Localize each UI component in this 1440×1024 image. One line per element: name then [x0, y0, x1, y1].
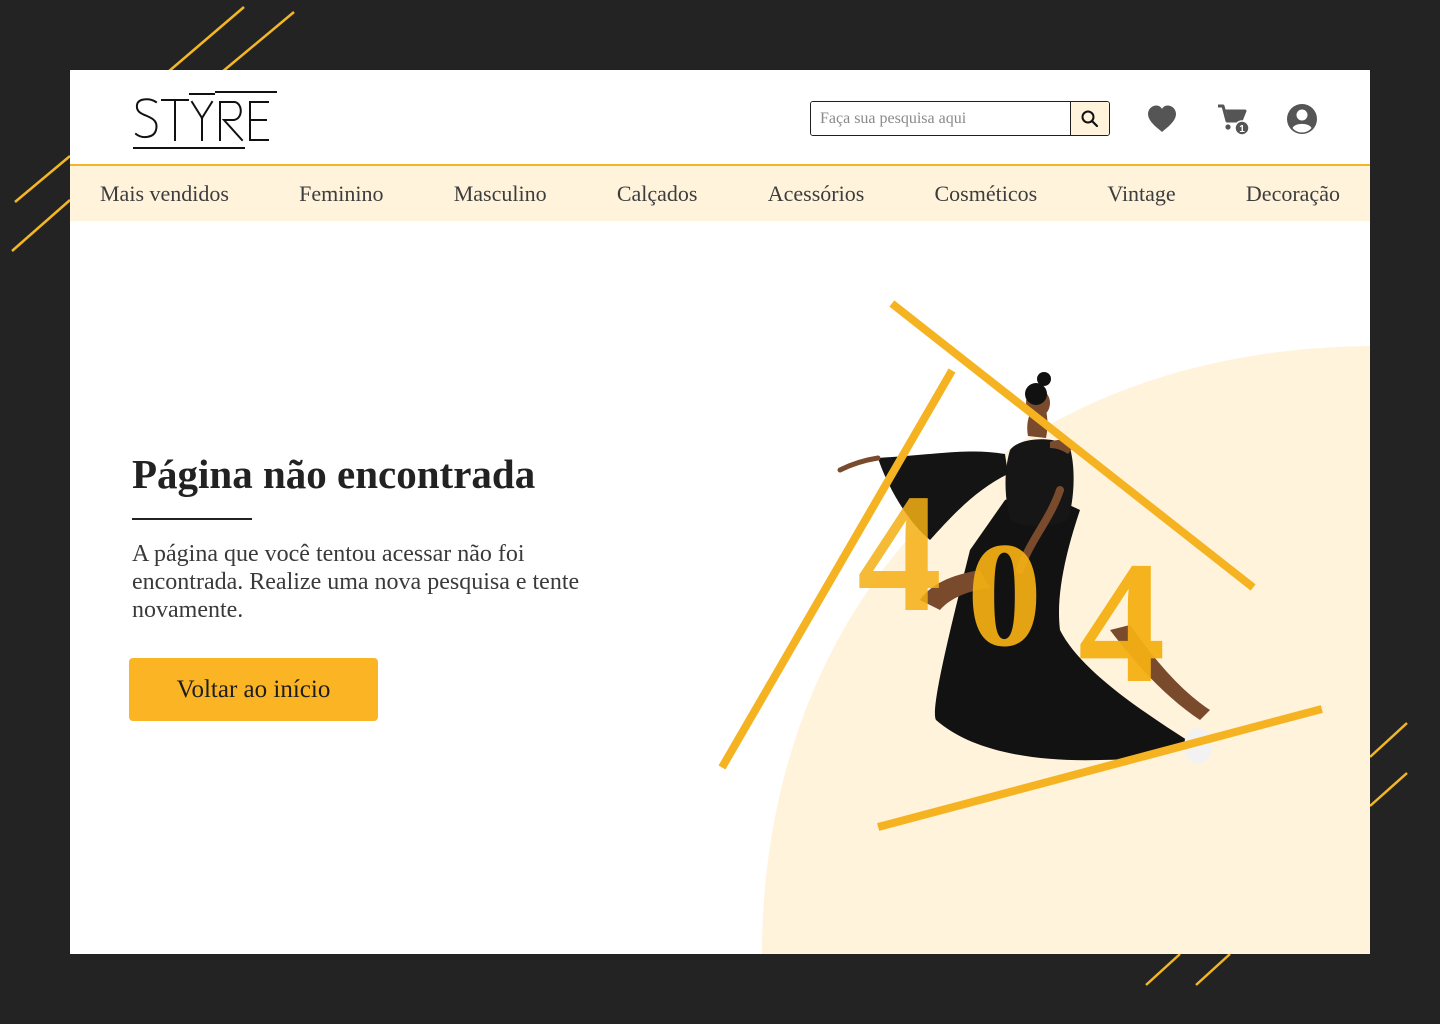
cart-badge-count: 1	[1239, 124, 1245, 135]
nav-item-feminino[interactable]: Feminino	[299, 181, 383, 207]
cream-arc-shape	[762, 346, 1370, 954]
nav-item-cosmeticos[interactable]: Cosméticos	[934, 181, 1037, 207]
search-bar	[810, 101, 1110, 136]
nav-item-decoracao[interactable]: Decoração	[1246, 181, 1340, 207]
back-home-button[interactable]: Voltar ao início	[129, 658, 378, 721]
page-title: Página não encontrada	[132, 451, 536, 497]
category-nav: Mais vendidos Feminino Masculino Calçado…	[70, 166, 1370, 221]
nav-item-vintage[interactable]: Vintage	[1107, 181, 1175, 207]
header: 1	[70, 70, 1370, 166]
error-code-digit-2: 0	[967, 512, 1042, 678]
title-divider	[132, 518, 252, 520]
search-icon	[1081, 110, 1099, 127]
favorites-button[interactable]	[1144, 101, 1180, 137]
search-button[interactable]	[1070, 102, 1109, 135]
brand-logo[interactable]	[132, 90, 278, 150]
nav-item-acessorios[interactable]: Acessórios	[768, 181, 865, 207]
cart-button[interactable]: 1	[1214, 101, 1254, 137]
account-button[interactable]	[1284, 101, 1320, 137]
heart-icon	[1148, 105, 1176, 132]
error-description: A página que você tentou acessar não foi…	[132, 541, 580, 623]
error-code-digit-1: 4	[857, 459, 942, 647]
nav-item-calcados[interactable]: Calçados	[617, 181, 698, 207]
search-input[interactable]	[811, 102, 1070, 135]
cart-icon: 1	[1218, 104, 1250, 136]
nav-item-mais-vendidos[interactable]: Mais vendidos	[100, 181, 229, 207]
page-frame: 1 Mais vendidos Feminino Masculino Calça…	[70, 70, 1370, 954]
nav-item-masculino[interactable]: Masculino	[454, 181, 547, 207]
error-code-digit-3: 4	[1078, 525, 1166, 719]
logo-mark	[133, 91, 277, 149]
user-icon	[1287, 104, 1317, 134]
